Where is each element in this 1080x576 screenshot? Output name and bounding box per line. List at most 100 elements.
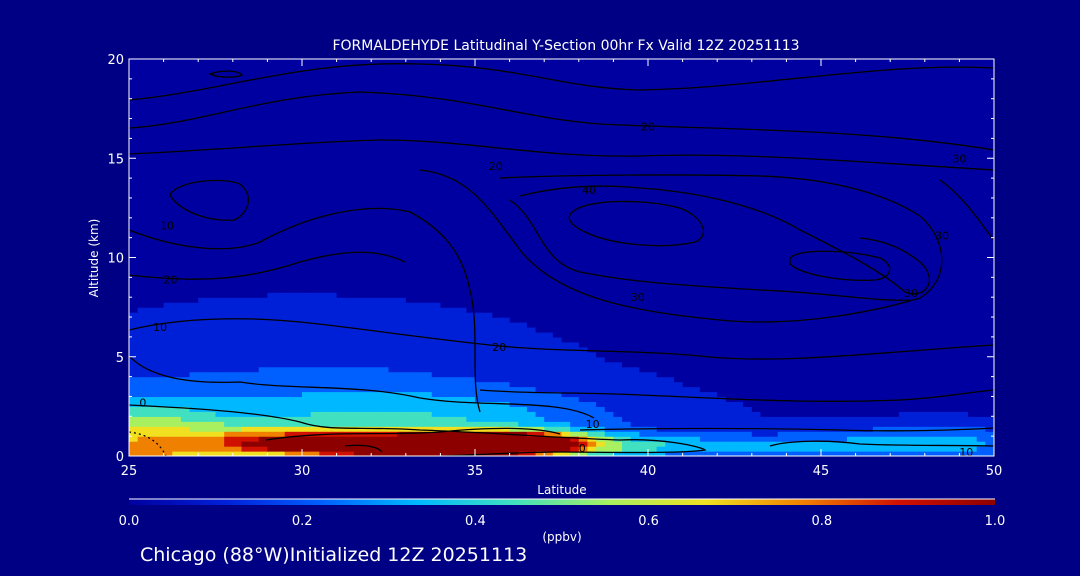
heatmap-cell [959, 406, 969, 412]
heatmap-cell [180, 411, 191, 417]
heatmap-cell [336, 247, 346, 254]
heatmap-cell [656, 411, 666, 417]
heatmap-cell [846, 297, 857, 303]
heatmap-cell [639, 406, 649, 412]
heatmap-cell [154, 292, 165, 298]
heatmap-cell [258, 441, 268, 447]
heatmap-cell [604, 376, 614, 383]
heatmap-cell [336, 376, 346, 383]
heatmap-cell [959, 257, 969, 264]
heatmap-cell [552, 242, 563, 249]
heatmap-cell [743, 237, 753, 244]
heatmap-cell [431, 242, 441, 249]
heatmap-cell [293, 227, 303, 234]
heatmap-cell [405, 411, 416, 417]
heatmap-cell [379, 277, 390, 283]
heatmap-cell [466, 242, 476, 249]
heatmap-cell [457, 312, 467, 318]
heatmap-cell [725, 391, 736, 398]
heatmap-cell [276, 242, 286, 249]
heatmap-cell [613, 217, 623, 224]
heatmap-cell [942, 381, 952, 388]
heatmap-cell [725, 322, 736, 328]
heatmap-cell [786, 431, 796, 437]
heatmap-cell [535, 302, 545, 308]
heatmap-cell [648, 376, 658, 383]
heatmap-cell [656, 396, 666, 403]
heatmap-cell [795, 282, 805, 288]
heatmap-cell [648, 441, 658, 447]
heatmap-cell [604, 312, 614, 318]
heatmap-cell [267, 326, 277, 333]
heatmap-cell [267, 287, 277, 293]
heatmap-cell [232, 232, 243, 239]
heatmap-cell [353, 426, 364, 432]
heatmap-cell [483, 312, 493, 318]
heatmap-cell [293, 272, 303, 278]
heatmap-cell [250, 307, 260, 313]
heatmap-cell [725, 341, 736, 348]
heatmap-cell [561, 331, 571, 338]
heatmap-cell [163, 441, 173, 447]
heatmap-cell [189, 267, 199, 273]
heatmap-cell [353, 312, 364, 318]
heatmap-cell [284, 232, 294, 239]
heatmap-cell [950, 277, 960, 283]
heatmap-cell [180, 391, 191, 398]
heatmap-cell [708, 272, 718, 278]
heatmap-cell [959, 287, 969, 293]
heatmap-cell [405, 297, 416, 303]
heatmap-cell [665, 356, 675, 363]
heatmap-cell [959, 227, 969, 234]
heatmap-cell [648, 232, 658, 239]
heatmap-cell [864, 242, 874, 249]
heatmap-cell [526, 287, 537, 293]
heatmap-cell [544, 376, 554, 383]
heatmap-cell [907, 381, 917, 388]
heatmap-cell [302, 376, 312, 383]
heatmap-cell [457, 317, 467, 323]
heatmap-cell [431, 212, 441, 219]
heatmap-cell [475, 292, 485, 298]
heatmap-cell [838, 302, 848, 308]
heatmap-cell [864, 436, 874, 442]
heatmap-cell [371, 222, 381, 229]
heatmap-cell [526, 386, 537, 393]
heatmap-cell [734, 302, 744, 308]
heatmap-cell [734, 307, 744, 313]
heatmap-cell [907, 366, 917, 373]
heatmap-cell [535, 222, 545, 229]
heatmap-cell [319, 312, 329, 318]
heatmap-cell [466, 446, 476, 452]
heatmap-cell [708, 237, 718, 244]
heatmap-cell [163, 341, 173, 348]
heatmap-cell [829, 426, 839, 432]
heatmap-cell [457, 346, 467, 353]
heatmap-cell [258, 431, 268, 437]
heatmap-cell [250, 302, 260, 308]
heatmap-cell [587, 282, 597, 288]
heatmap-cell [803, 297, 813, 303]
heatmap-cell [457, 326, 467, 333]
heatmap-cell [327, 446, 338, 452]
heatmap-cell [872, 446, 883, 452]
heatmap-cell [232, 446, 243, 452]
heatmap-cell [457, 232, 467, 239]
heatmap-cell [146, 212, 156, 219]
heatmap-cell [258, 262, 268, 269]
heatmap-cell [613, 336, 623, 343]
heatmap-cell [630, 227, 640, 234]
heatmap-cell [293, 242, 303, 249]
heatmap-cell [154, 396, 165, 403]
heatmap-cell [250, 247, 260, 254]
heatmap-cell [137, 292, 147, 298]
heatmap-cell [345, 396, 355, 403]
heatmap-cell [526, 381, 537, 388]
heatmap-cell [509, 351, 519, 358]
heatmap-cell [968, 252, 978, 259]
heatmap-cell [613, 222, 623, 229]
heatmap-cell [630, 436, 640, 442]
heatmap-cell [284, 386, 294, 393]
heatmap-cell [777, 351, 787, 358]
heatmap-cell [561, 252, 571, 259]
